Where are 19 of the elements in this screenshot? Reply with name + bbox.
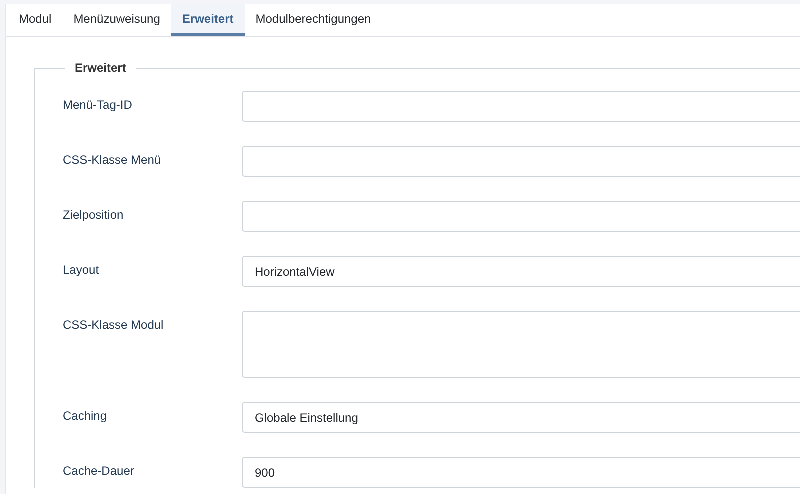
input-field[interactable] <box>242 201 800 232</box>
tab[interactable]: Erweitert <box>171 4 245 36</box>
fieldset-legend: Erweitert <box>65 61 136 75</box>
input-field[interactable] <box>242 146 800 177</box>
select-field[interactable]: Globale Einstellung <box>242 402 800 433</box>
field-label: Caching <box>63 408 108 425</box>
input-field[interactable]: 900 <box>242 457 800 488</box>
field-label: Menü-Tag-ID <box>63 97 134 114</box>
tab[interactable]: Modul <box>8 4 63 36</box>
field-label: CSS-Klasse Menü <box>63 152 162 169</box>
field-label: Zielposition <box>63 207 125 224</box>
tab[interactable]: Modulberechtigungen <box>244 4 382 36</box>
field-label: CSS-Klasse Modul <box>63 317 165 334</box>
field-label: Cache-Dauer <box>63 463 136 480</box>
tab[interactable]: Menüzuweisung <box>62 4 172 36</box>
input-field[interactable] <box>242 91 800 122</box>
select-field[interactable]: HorizontalView <box>242 256 800 287</box>
text-area[interactable] <box>242 311 800 378</box>
field-label: Layout <box>63 262 100 279</box>
